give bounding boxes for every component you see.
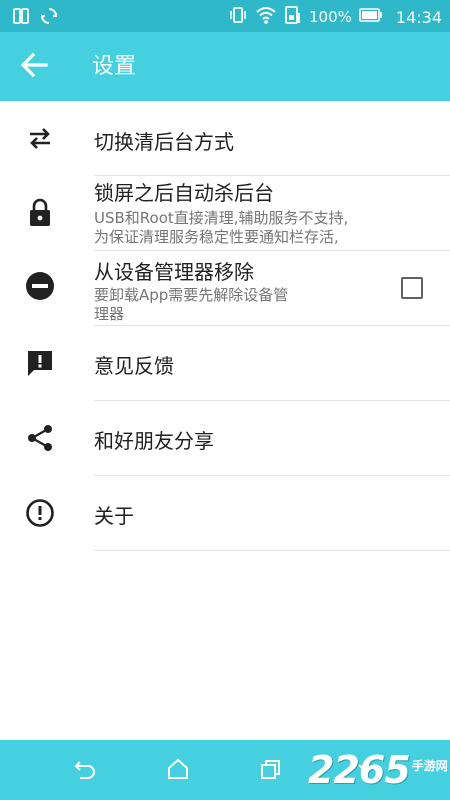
watermark-text: 手游网: [411, 759, 448, 773]
nav-recents-button[interactable]: [256, 756, 286, 786]
arrow-back-icon: [18, 49, 50, 85]
nav-home-button[interactable]: [163, 756, 193, 786]
battery-icon: [359, 8, 383, 26]
setting-subtitle-line-1: USB和Root直接清理,辅助服务不支持,: [94, 209, 349, 227]
settings-list: 切换清后台方式 锁屏之后自动杀后台 USB和Root直接清理,辅助服务不支持, …: [0, 101, 450, 551]
info-icon: [25, 498, 55, 528]
lock-icon: [25, 198, 55, 228]
setting-title: 意见反馈: [94, 354, 174, 378]
setting-auto-kill-on-lock[interactable]: 锁屏之后自动杀后台 USB和Root直接清理,辅助服务不支持, 为保证清理服务稳…: [0, 176, 450, 299]
status-right-icons: 100% 14:34: [228, 5, 442, 29]
sim-signal-icon: [284, 5, 302, 29]
settings-screen: 100% 14:34 设置 切换清后台方式 锁屏之后自动杀后台 USB和Root…: [0, 0, 450, 800]
setting-remove-device-admin[interactable]: 从设备管理器移除 要卸载App需要先解除设备管 理器: [0, 251, 450, 326]
app-bar: 设置: [0, 32, 450, 101]
setting-title: 切换清后台方式: [94, 130, 234, 154]
status-time: 14:34: [395, 7, 442, 27]
setting-subtitle-line-2: 理器: [94, 305, 125, 323]
status-left-icons: [12, 7, 58, 29]
setting-share-with-friends[interactable]: 和好朋友分享: [0, 401, 450, 476]
back-nav-icon: [72, 756, 98, 786]
home-icon: [165, 756, 191, 786]
watermark-logo: 2265 手游网: [308, 748, 448, 792]
setting-about[interactable]: 关于: [0, 476, 450, 551]
sim-card-icon: [12, 7, 30, 29]
recents-icon: [258, 756, 284, 786]
setting-subtitle-line-1: 要卸载App需要先解除设备管: [94, 286, 289, 304]
setting-switch-clean-mode[interactable]: 切换清后台方式: [0, 101, 450, 176]
divider: [94, 550, 450, 551]
share-icon: [25, 423, 55, 453]
watermark-number: 2265: [308, 748, 411, 792]
remove-circle-icon: [25, 271, 55, 301]
status-bar: 100% 14:34: [0, 0, 450, 32]
vibrate-icon: [228, 5, 248, 29]
swap-arrows-icon: [25, 123, 55, 153]
setting-subtitle-line-2: 为保证清理服务稳定性要通知栏存活,: [94, 228, 339, 246]
sync-icon: [40, 7, 58, 29]
page-title: 设置: [92, 54, 137, 79]
setting-title: 锁屏之后自动杀后台: [94, 181, 274, 205]
battery-percent: 100%: [309, 8, 352, 26]
setting-feedback[interactable]: 意见反馈: [0, 326, 450, 401]
back-button[interactable]: [16, 49, 52, 85]
setting-title: 关于: [94, 504, 134, 528]
nav-back-button[interactable]: [70, 756, 100, 786]
setting-title: 和好朋友分享: [94, 429, 214, 453]
setting-title: 从设备管理器移除: [94, 260, 254, 284]
wifi-icon: [255, 5, 277, 29]
feedback-icon: [25, 348, 55, 378]
